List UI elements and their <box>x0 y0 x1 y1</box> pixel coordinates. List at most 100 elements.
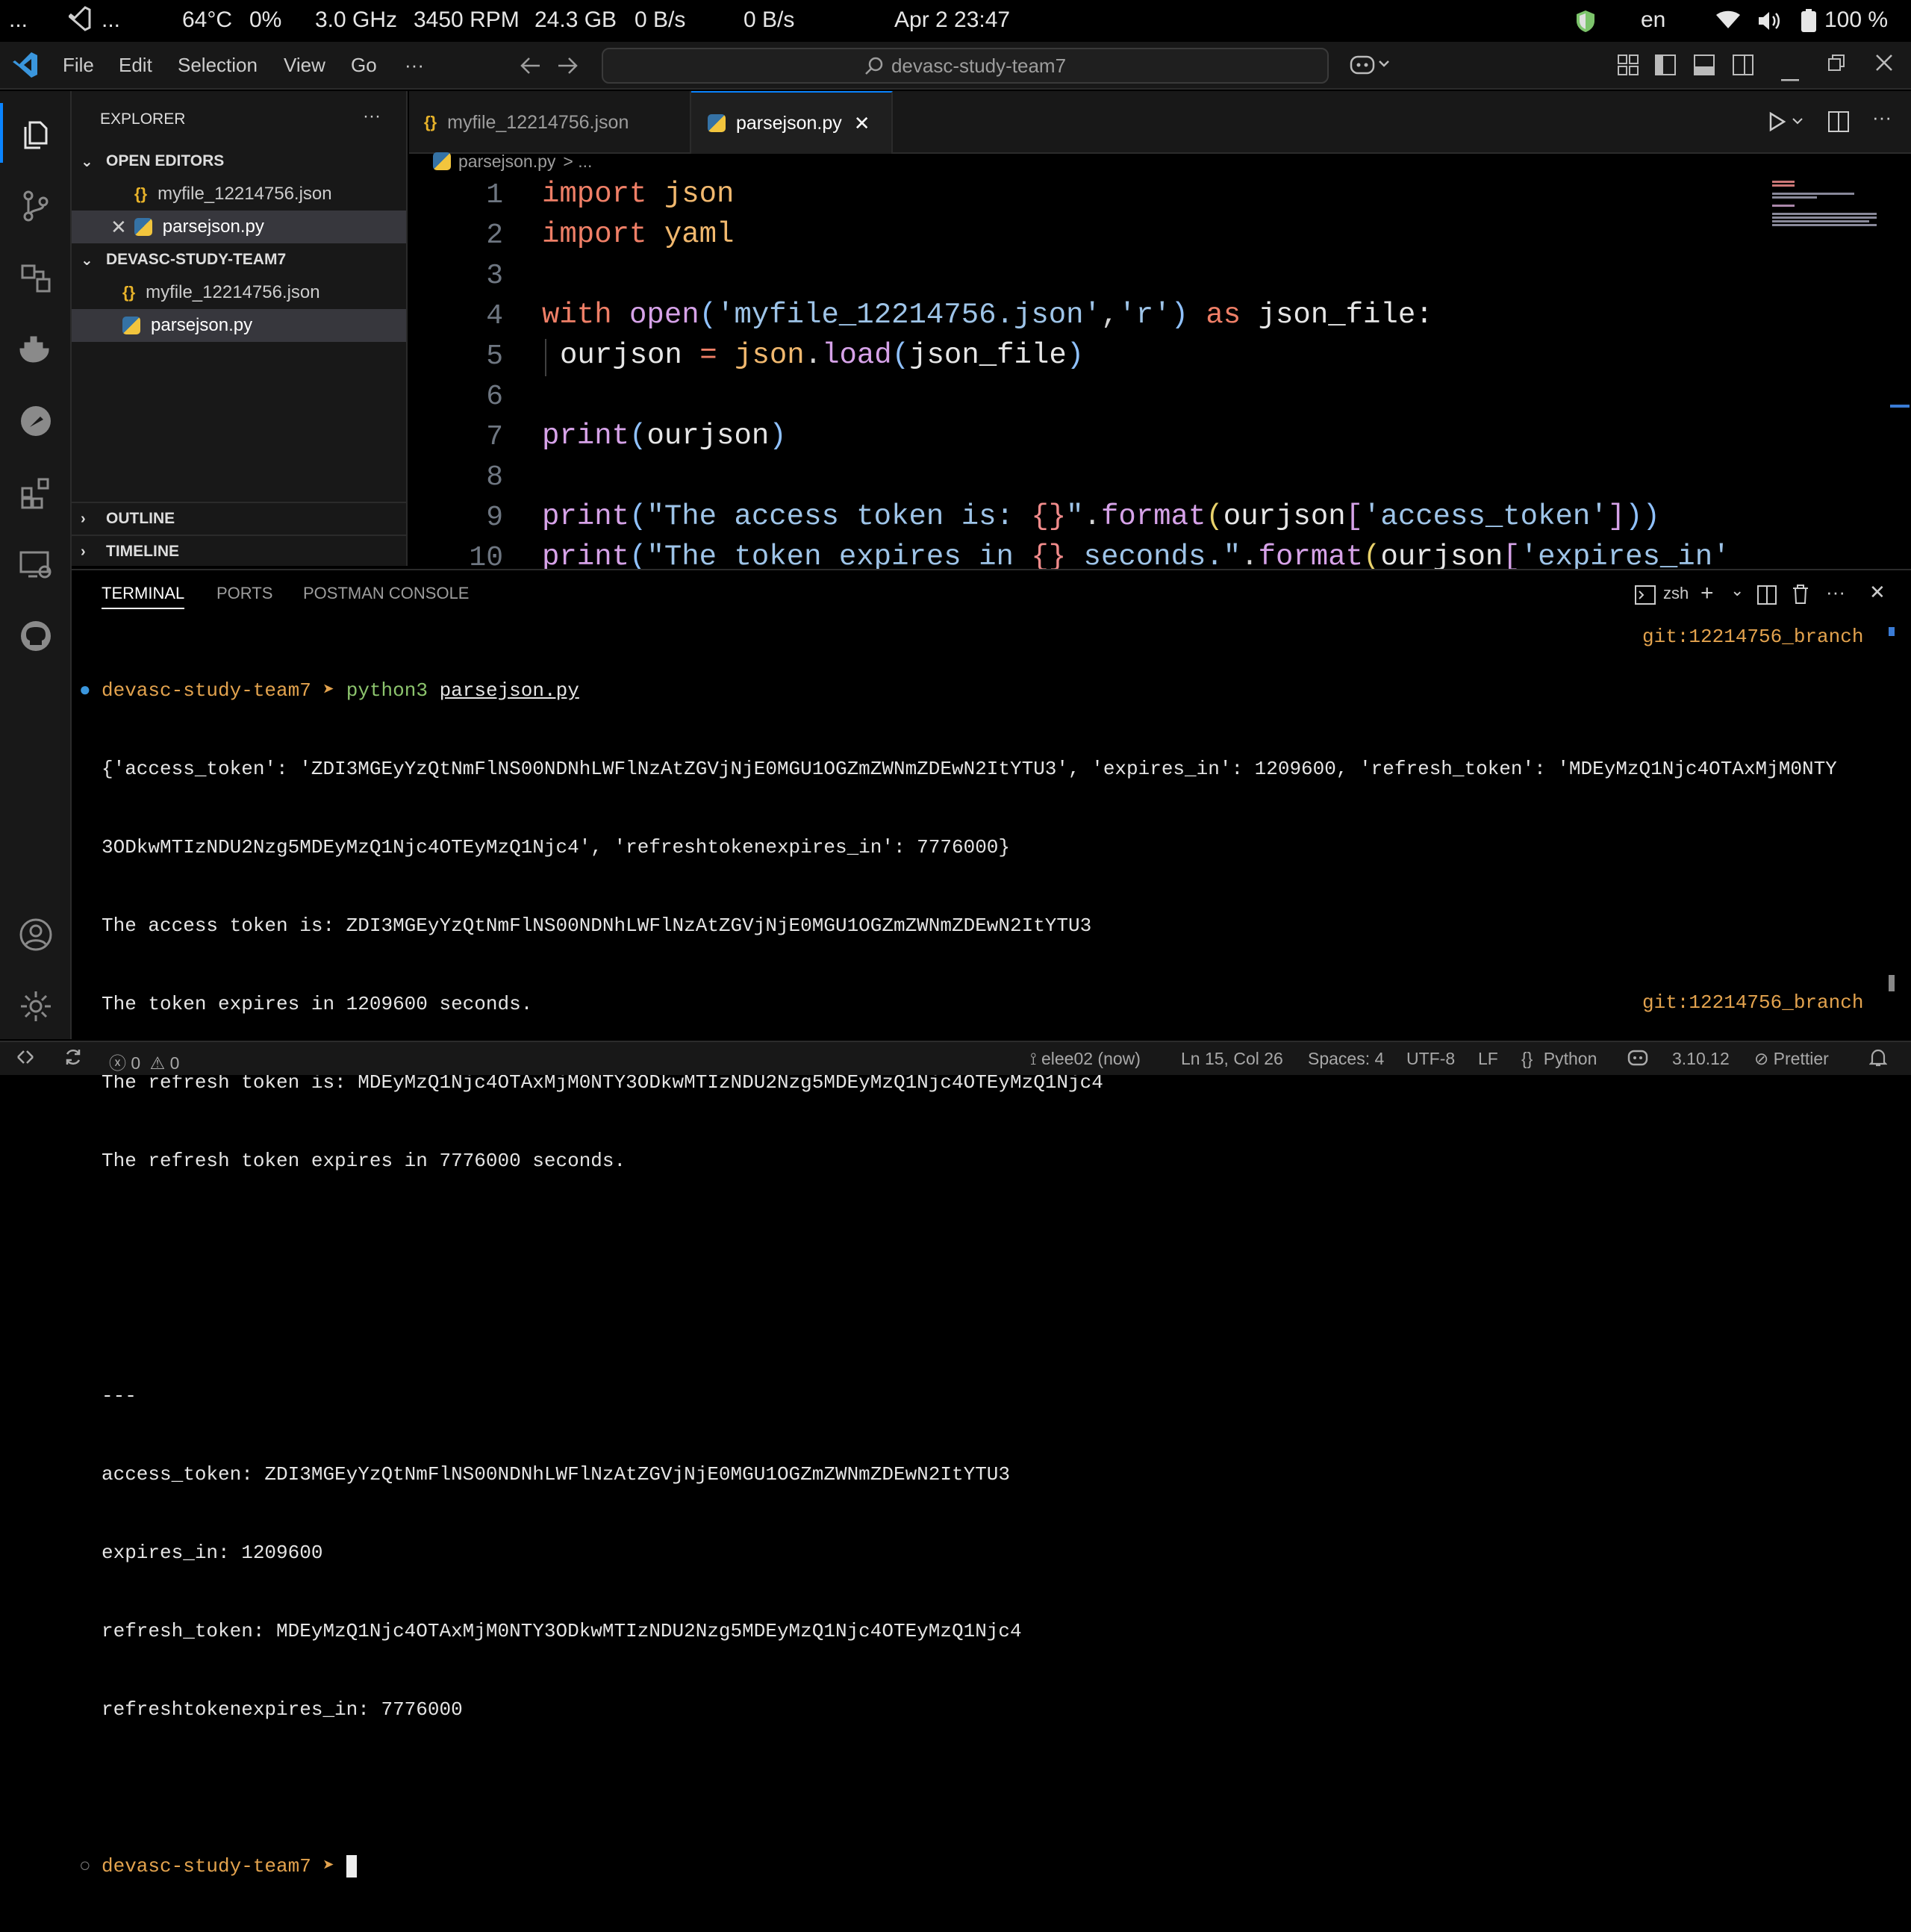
split-editor-icon[interactable] <box>1827 110 1850 137</box>
cursor-position[interactable]: Ln 15, Col 26 <box>1181 1049 1283 1069</box>
keyboard-language[interactable]: en <box>1641 7 1665 33</box>
explorer-title: EXPLORER <box>100 110 186 128</box>
wifi-icon[interactable] <box>1715 10 1741 36</box>
code-line: with open('myfile_12214756.json','r') as… <box>542 299 1433 331</box>
toggle-panel-icon[interactable] <box>1693 54 1715 81</box>
copilot-icon[interactable] <box>1350 52 1391 81</box>
error-icon: ⓧ <box>109 1053 126 1073</box>
terminal-line: access_token: ZDI3MGEyYzQtNmFlNS00NDNhLW… <box>102 1463 1010 1486</box>
command-center[interactable]: devasc-study-team7 <box>602 48 1329 84</box>
warning-icon: ⚠ <box>149 1053 166 1073</box>
chevron-down-icon[interactable]: ⌄ <box>1730 581 1744 600</box>
postman-icon[interactable] <box>0 385 72 457</box>
vscode-logo-icon <box>12 51 39 84</box>
github-icon[interactable] <box>0 600 72 672</box>
json-file-icon: {} <box>424 113 437 131</box>
status-bar: ⓧ 0 ⚠ 0 ⟟ elee02 (now) Ln 15, Col 26 Spa… <box>0 1041 1911 1075</box>
end-of-line[interactable]: LF <box>1478 1049 1498 1069</box>
outline-section[interactable]: › OUTLINE <box>72 502 406 535</box>
timeline-section[interactable]: › TIMELINE <box>72 535 406 567</box>
source-control-icon[interactable] <box>0 170 72 242</box>
tab-parsejson-py[interactable]: parsejson.py ✕ <box>691 91 893 154</box>
activities-menu[interactable]: ... <box>9 7 28 33</box>
tab-ports[interactable]: PORTS <box>216 584 272 603</box>
open-editor-item[interactable]: {} myfile_12214756.json <box>72 178 406 211</box>
close-panel-icon[interactable]: ✕ <box>1869 581 1886 604</box>
minimize-icon[interactable] <box>1781 64 1799 87</box>
tab-postman-console[interactable]: POSTMAN CONSOLE <box>303 584 469 603</box>
file-tree-item-selected[interactable]: parsejson.py <box>72 309 406 342</box>
language-mode[interactable]: {} Python <box>1521 1049 1597 1069</box>
menu-file[interactable]: File <box>63 54 94 77</box>
editor-more-button[interactable]: ··· <box>1872 106 1892 129</box>
open-editor-item-active[interactable]: ✕ parsejson.py <box>72 211 406 243</box>
python-version[interactable]: 3.10.12 <box>1672 1049 1730 1069</box>
folder-section[interactable]: ⌄ DEVASC-STUDY-TEAM7 <box>72 243 406 276</box>
docker-icon[interactable] <box>0 314 72 385</box>
explorer-sidebar: EXPLORER ··· ⌄ OPEN EDITORS {} myfile_12… <box>72 91 408 566</box>
explorer-icon[interactable] <box>0 99 72 170</box>
terminal-output[interactable]: ● devasc-study-team7 ➤ python3 parsejson.… <box>79 626 1893 1932</box>
toggle-sidebar-icon[interactable] <box>1654 54 1677 81</box>
code-editor[interactable]: 1 2 3 4 5 6 7 8 9 10 import json import … <box>409 173 1911 569</box>
remote-explorer-icon[interactable] <box>0 242 72 314</box>
restore-icon[interactable] <box>1827 54 1845 77</box>
terminal-shell-name[interactable]: zsh <box>1663 584 1689 603</box>
window-title-bar: File Edit Selection View Go ··· devasc-s… <box>0 42 1911 90</box>
extensions-icon[interactable] <box>0 457 72 529</box>
explorer-more-button[interactable]: ··· <box>363 106 381 127</box>
remote-monitor-icon[interactable] <box>0 529 72 600</box>
git-blame[interactable]: ⟟ elee02 (now) <box>1030 1049 1141 1069</box>
encoding[interactable]: UTF-8 <box>1406 1049 1455 1069</box>
tab-myfile-json[interactable]: {} myfile_12214756.json <box>409 91 691 154</box>
copilot-status-icon[interactable] <box>1627 1048 1648 1072</box>
indentation[interactable]: Spaces: 4 <box>1308 1049 1384 1069</box>
menu-view[interactable]: View <box>284 54 325 77</box>
menu-go[interactable]: Go <box>351 54 377 77</box>
toggle-secondary-sidebar-icon[interactable] <box>1732 54 1754 81</box>
json-file-icon: {} <box>134 184 148 203</box>
line-number: 8 <box>486 461 503 493</box>
remote-indicator-icon[interactable] <box>15 1047 36 1072</box>
python-file-icon <box>708 114 726 132</box>
trash-icon[interactable] <box>1792 584 1809 608</box>
back-arrow-icon[interactable] <box>519 55 541 81</box>
shield-icon[interactable] <box>1575 9 1596 39</box>
account-icon[interactable] <box>0 899 72 970</box>
terminal-scrollbar[interactable] <box>1889 975 1895 991</box>
menu-edit[interactable]: Edit <box>119 54 152 77</box>
notifications-bell-icon[interactable] <box>1868 1048 1888 1072</box>
customize-layout-icon[interactable] <box>1617 54 1639 81</box>
battery-icon[interactable] <box>1801 9 1817 39</box>
forward-arrow-icon[interactable] <box>557 55 579 81</box>
close-window-icon[interactable] <box>1875 54 1893 77</box>
minimap[interactable] <box>1772 179 1884 226</box>
tab-terminal[interactable]: TERMINAL <box>102 584 185 609</box>
panel-more-button[interactable]: ··· <box>1826 581 1845 604</box>
new-terminal-button[interactable]: + <box>1700 581 1714 606</box>
close-icon[interactable]: ✕ <box>110 216 127 239</box>
breadcrumb-file[interactable]: parsejson.py <box>458 152 555 172</box>
git-branch-right: git:12214756_branch <box>1642 626 1864 648</box>
breadcrumb-symbols[interactable]: > ... <box>563 152 592 172</box>
split-terminal-icon[interactable] <box>1757 585 1777 608</box>
line-number: 1 <box>486 179 503 211</box>
prompt-status-dot: ● <box>79 679 91 702</box>
file-tree-item[interactable]: {} myfile_12214756.json <box>72 276 406 309</box>
menu-selection[interactable]: Selection <box>178 54 258 77</box>
settings-gear-icon[interactable] <box>0 970 72 1042</box>
problems-indicator[interactable]: ⓧ 0 ⚠ 0 <box>109 1049 179 1074</box>
python-file-icon <box>433 152 451 170</box>
prettier-status[interactable]: ⊘ Prettier <box>1754 1049 1829 1069</box>
run-icon[interactable] <box>1768 110 1805 137</box>
close-tab-icon[interactable]: ✕ <box>854 112 870 135</box>
app-menu-dots[interactable]: ... <box>102 7 120 33</box>
terminal-line: refresh_token: MDEyMzQ1Njc4OTAxMjM0NTY3O… <box>102 1620 1022 1642</box>
open-editors-section[interactable]: ⌄ OPEN EDITORS <box>72 145 406 178</box>
volume-icon[interactable] <box>1757 10 1783 37</box>
sync-icon[interactable] <box>63 1047 84 1072</box>
clock[interactable]: Apr 2 23:47 <box>894 7 1010 33</box>
scroll-indicator <box>1890 405 1910 408</box>
menu-more[interactable]: ··· <box>405 54 424 77</box>
vscode-app-icon[interactable] <box>67 6 91 37</box>
